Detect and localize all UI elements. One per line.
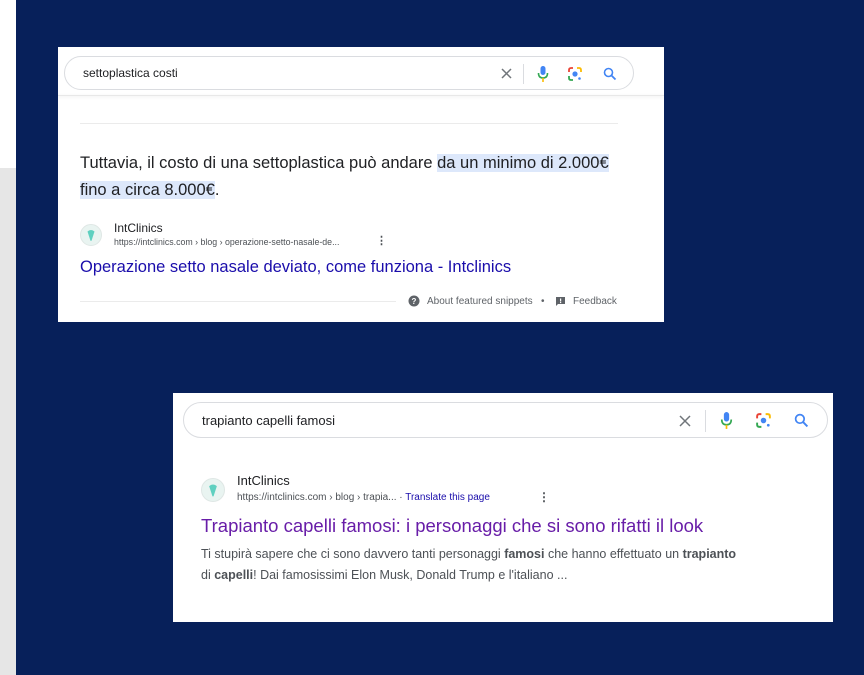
snippet-text: che hanno effettuato un [544,547,683,561]
help-icon[interactable]: ? [408,295,420,307]
search-divider [523,64,524,84]
footer-divider [80,301,396,302]
result-url-line: https://intclinics.com › blog › trapia..… [237,492,490,503]
favicon-icon[interactable] [201,478,225,502]
footer-separator: • [541,296,545,307]
snippet-bold: capelli [214,568,254,582]
microphone-icon[interactable] [720,411,733,430]
featured-answer: Tuttavia, il costo di una settoplastica … [80,150,640,204]
result-title[interactable]: Operazione setto nasale deviato, come fu… [80,258,511,277]
search-icon[interactable] [794,413,809,428]
google-lens-icon[interactable] [567,66,583,82]
search-query[interactable]: trapianto capelli famosi [202,413,335,428]
feedback-link[interactable]: Feedback [573,296,617,307]
google-lens-icon[interactable] [755,412,772,429]
snippet-top-divider [80,123,618,124]
search-bar[interactable]: settoplastica costi [64,56,634,90]
svg-text:?: ? [412,297,417,306]
translate-link[interactable]: Translate this page [405,492,490,503]
left-gray-strip [0,168,16,675]
favicon-icon[interactable] [80,224,102,246]
result-url[interactable]: https://intclinics.com › blog › trapia..… [237,492,397,503]
site-name[interactable]: IntClinics [237,473,290,488]
url-separator: · [396,492,406,503]
answer-highlight-1: da un minimo di 2.000€ [437,154,609,172]
microphone-icon[interactable] [537,65,549,83]
search-query[interactable]: settoplastica costi [83,66,178,80]
answer-end: . [214,181,220,199]
search-divider [705,410,706,432]
snippet-text: Ti stupirà sapere che ci sono davvero ta… [201,547,505,561]
snippet-bold: trapianto [682,547,737,561]
snippet-bold: famosi [504,547,545,561]
result-title[interactable]: Trapianto capelli famosi: i personaggi c… [201,515,703,537]
clear-icon[interactable] [678,414,692,428]
feedback-icon[interactable] [555,296,566,307]
answer-highlight-2: fino a circa 8.000€ [80,181,215,199]
more-options-icon[interactable]: ⋮ [376,234,387,247]
header-shadow [58,95,664,96]
answer-text: Tuttavia, il costo di una settoplastica … [80,154,438,172]
snippet-text: di [201,568,215,582]
featured-snippet-screenshot: settoplastica costi Tuttavia, il costo d… [58,47,664,322]
site-name[interactable]: IntClinics [114,221,163,235]
result-snippet: Ti stupirà sapere che ci sono davvero ta… [201,544,736,586]
result-url[interactable]: https://intclinics.com › blog › operazio… [114,237,339,247]
more-options-icon[interactable]: ⋮ [538,490,550,504]
snippet-text: ! Dai famosissimi Elon Musk, Donald Trum… [253,568,568,582]
search-bar[interactable]: trapianto capelli famosi [183,402,828,438]
clear-icon[interactable] [500,67,513,80]
search-icon[interactable] [603,67,617,81]
search-result-screenshot: trapianto capelli famosi IntClinics http… [173,393,833,622]
about-featured-snippets-link[interactable]: About featured snippets [427,296,533,307]
